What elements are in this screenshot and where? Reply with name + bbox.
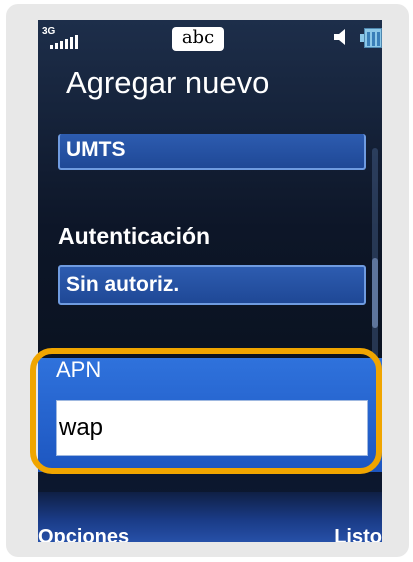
status-bar: 3G abc	[38, 20, 382, 58]
phone-screen: 3G abc Agregar nuevo UMTS Autenticación …	[38, 20, 382, 542]
network-type-field[interactable]: UMTS	[58, 134, 366, 170]
signal-strength-icon	[50, 35, 90, 49]
done-softkey[interactable]: Listo	[334, 526, 382, 542]
scrollbar-thumb[interactable]	[372, 258, 378, 328]
options-softkey[interactable]: Opciones	[38, 526, 129, 542]
apn-input[interactable]: wap	[56, 400, 368, 456]
authentication-label: Autenticación	[58, 223, 211, 249]
authentication-field[interactable]: Sin autoriz.	[58, 265, 366, 305]
battery-icon	[360, 28, 382, 48]
apn-label: APN	[56, 357, 102, 382]
screen-title: Agregar nuevo	[66, 65, 270, 100]
input-mode-badge: abc	[172, 27, 224, 51]
speaker-icon	[334, 29, 345, 45]
